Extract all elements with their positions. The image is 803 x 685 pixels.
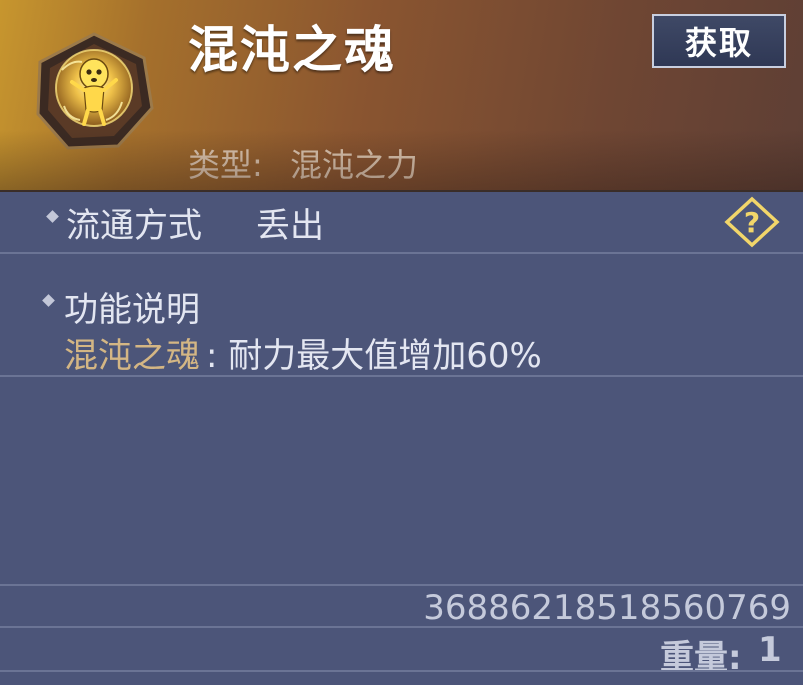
item-id: 3688621851856​0769 [423,588,791,628]
bullet-diamond-icon [42,294,55,307]
weight-value: 1 [758,630,782,670]
circulation-value: 丢出 [256,206,324,246]
item-type-value: 混沌之力 [290,146,419,184]
question-diamond-icon[interactable]: ? [724,196,780,248]
obtain-button[interactable]: 获取 [652,14,786,68]
function-label: 功能说明 [64,290,200,330]
footer-divider [0,584,803,586]
footer-divider [0,670,803,672]
footer-divider [0,626,803,628]
bullet-diamond-icon [46,210,59,223]
svg-text:?: ? [744,206,760,239]
row-divider [0,375,803,377]
golden-soul-medallion-icon [36,32,154,150]
item-header: 混沌之魂 类型: 混沌之力 获取 [0,0,803,192]
item-type-label: 类型: [188,146,263,184]
effect-name: 混沌之魂 [64,336,200,376]
item-name: 混沌之魂 [188,21,396,79]
row-divider [0,252,803,254]
circulation-label: 流通方式 [66,206,202,246]
effect-description: : 耐力最大值增加60% [206,336,542,376]
item-tooltip-panel: 混沌之魂 类型: 混沌之力 获取 流通方式 丢出 ? 功能说明 混沌之魂 : 耐… [0,0,803,685]
